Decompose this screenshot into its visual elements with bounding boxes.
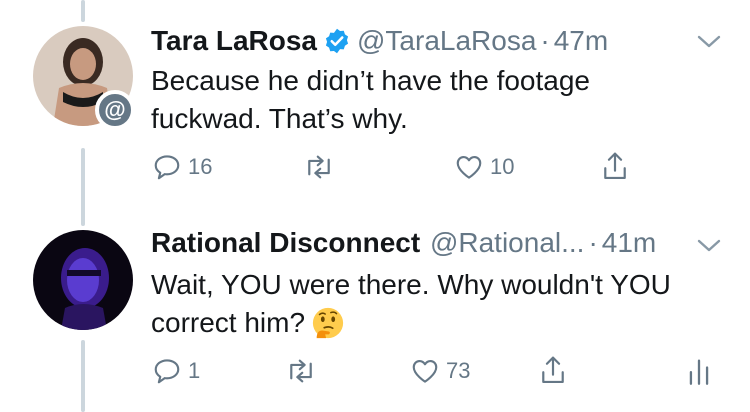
reply-count: 16 <box>188 154 213 179</box>
thinking-face-emoji <box>312 307 344 339</box>
reply-count: 1 <box>188 358 201 383</box>
tweet-text-content: Wait, YOU were there. Why wouldn't YOU c… <box>151 269 671 338</box>
reply-button[interactable]: 1 <box>152 356 200 386</box>
verified-icon <box>325 28 349 54</box>
tweet-1[interactable]: @ Tara LaRosa @TaraLaRosa · 47m Because he … <box>0 0 750 200</box>
display-name[interactable]: Tara LaRosa <box>151 25 317 56</box>
reply-icon <box>154 359 180 384</box>
like-count: 73 <box>446 358 471 383</box>
separator: · <box>588 227 598 258</box>
share-icon <box>604 152 626 180</box>
like-count: 10 <box>490 154 515 179</box>
like-icon <box>412 359 438 383</box>
chevron-down-icon[interactable] <box>696 34 722 50</box>
analytics-icon <box>689 359 709 385</box>
chevron-down-icon[interactable] <box>696 238 722 254</box>
avatar-image <box>33 230 133 330</box>
retweet-button[interactable] <box>302 152 342 182</box>
reply-button[interactable]: 16 <box>152 152 212 182</box>
like-button[interactable]: 73 <box>410 356 470 386</box>
mention-badge: @ <box>95 90 135 130</box>
tweet-header: Tara LaRosa @TaraLaRosa · 47m <box>151 24 608 58</box>
like-button[interactable]: 10 <box>454 152 514 182</box>
display-name[interactable]: Rational Disconnect <box>151 227 420 258</box>
separator: · <box>540 25 550 56</box>
tweet-text: Wait, YOU were there. Why wouldn't YOU c… <box>151 266 726 342</box>
reply-icon <box>154 155 180 180</box>
tweet-2[interactable]: Rational Disconnect @Rational... · 41m Wai… <box>0 200 750 412</box>
tweet-header: Rational Disconnect @Rational... · 41m <box>151 226 656 260</box>
avatar[interactable] <box>33 230 133 330</box>
like-icon <box>456 155 482 179</box>
action-bar: 16 10 <box>0 150 750 190</box>
retweet-icon <box>308 155 330 179</box>
share-button[interactable] <box>538 354 568 388</box>
share-button[interactable] <box>600 150 630 184</box>
retweet-button[interactable] <box>284 356 324 386</box>
timestamp[interactable]: 41m <box>602 227 656 258</box>
handle[interactable]: @Rational... <box>430 227 585 258</box>
action-bar: 1 73 <box>0 354 750 394</box>
analytics-button[interactable] <box>686 356 712 386</box>
timestamp[interactable]: 47m <box>554 25 608 56</box>
handle[interactable]: @TaraLaRosa <box>357 25 536 56</box>
retweet-icon <box>290 359 312 383</box>
tweet-text: Because he didn’t have the footage fuckw… <box>151 65 591 134</box>
share-icon <box>542 356 564 384</box>
